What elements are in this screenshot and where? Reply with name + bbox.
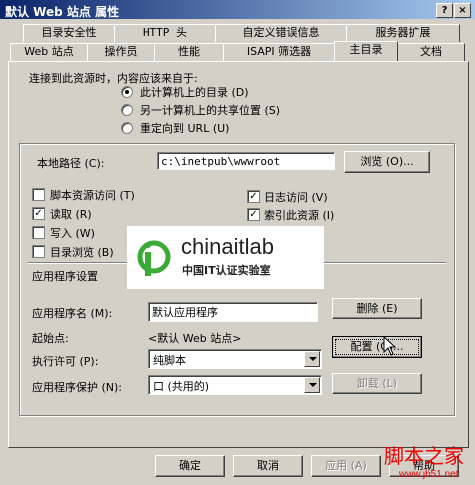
checkbox-index-resource[interactable]: ✓: [247, 208, 260, 221]
help-button[interactable]: ?: [436, 3, 453, 18]
exec-permission-value: 纯脚本: [153, 354, 186, 367]
local-path-input[interactable]: c:\inetpub\wwwroot: [157, 152, 335, 170]
tab-operators[interactable]: 操作员: [87, 43, 155, 61]
tab-http-headers[interactable]: HTTP 头: [114, 24, 216, 42]
index-resource-label[interactable]: 索引此资源 (I): [264, 207, 334, 223]
logo-name: chinaitlab: [181, 234, 274, 259]
tab-documents[interactable]: 文档: [397, 43, 465, 61]
apply-button[interactable]: 应用 (A): [311, 455, 381, 477]
tab-isapi-filters[interactable]: ISAPI 筛选器: [223, 43, 335, 61]
radio-network-share-label[interactable]: 另一计算机上的共享位置 (S): [140, 102, 280, 118]
app-name-input[interactable]: 默认应用程序: [148, 302, 318, 322]
checkbox-write[interactable]: [32, 226, 45, 239]
configure-button[interactable]: 配置 (G)...: [332, 336, 422, 358]
checkbox-script-access[interactable]: [32, 188, 45, 201]
chinaitlab-logo-icon: [137, 240, 171, 276]
close-button[interactable]: ×: [454, 3, 471, 18]
radio-local-directory-label[interactable]: 此计算机上的目录 (D): [140, 84, 249, 100]
tab-home-directory[interactable]: 主目录: [334, 41, 398, 61]
app-settings-label: 应用程序设置: [32, 270, 98, 283]
browse-button[interactable]: 浏览 (O)...: [344, 151, 430, 173]
local-path-label: 本地路径 (C):: [37, 157, 105, 170]
watermark-text: 脚本之家: [384, 444, 464, 468]
tab-directory-security[interactable]: 目录安全性: [23, 24, 115, 42]
app-protection-select[interactable]: 口 (共用的): [148, 375, 322, 395]
tab-web-site[interactable]: Web 站点: [10, 43, 88, 61]
log-visits-label[interactable]: 日志访问 (V): [264, 189, 328, 205]
checkbox-directory-browse[interactable]: [32, 245, 45, 258]
window-title: 默认 Web 站点 属性: [5, 5, 120, 19]
app-protection-value: 口 (共用的): [153, 380, 210, 393]
chinaitlab-logo: chinaitlab 中国IT认证实验室: [127, 226, 324, 289]
app-protection-label: 应用程序保护 (N):: [32, 381, 123, 394]
exec-permission-select[interactable]: 纯脚本: [148, 349, 322, 369]
unload-button[interactable]: 卸载 (L): [332, 373, 422, 394]
checkbox-read[interactable]: ✓: [32, 207, 45, 220]
app-name-label: 应用程序名 (M):: [32, 307, 113, 320]
tab-performance[interactable]: 性能: [154, 43, 224, 61]
radio-redirect-url-label[interactable]: 重定向到 URL (U): [140, 120, 229, 136]
tab-server-extensions[interactable]: 服务器扩展: [346, 24, 460, 42]
start-point-value: <默认 Web 站点>: [148, 332, 242, 345]
logo-tagline: 中国IT认证实验室: [182, 264, 271, 277]
remove-button[interactable]: 删除 (E): [332, 298, 422, 319]
ok-button[interactable]: 确定: [155, 455, 225, 477]
script-access-label[interactable]: 脚本资源访问 (T): [50, 187, 135, 203]
tab-custom-errors[interactable]: 自定义错误信息: [215, 24, 347, 42]
start-point-label: 起始点:: [32, 332, 69, 345]
chevron-down-icon[interactable]: [304, 351, 320, 367]
directory-browse-label[interactable]: 目录浏览 (B): [50, 244, 114, 260]
cancel-button[interactable]: 取消: [233, 455, 303, 477]
radio-redirect-url[interactable]: [121, 122, 133, 134]
exec-permission-label: 执行许可 (P):: [32, 355, 99, 368]
checkbox-log-visits[interactable]: ✓: [247, 190, 260, 203]
watermark-url: www.jb51.net: [399, 469, 459, 480]
read-label[interactable]: 读取 (R): [50, 206, 92, 222]
write-label[interactable]: 写入 (W): [50, 225, 95, 241]
mouse-cursor-icon: [383, 336, 397, 356]
radio-network-share[interactable]: [121, 104, 133, 116]
radio-local-directory[interactable]: [121, 86, 133, 98]
chevron-down-icon[interactable]: [304, 377, 320, 393]
